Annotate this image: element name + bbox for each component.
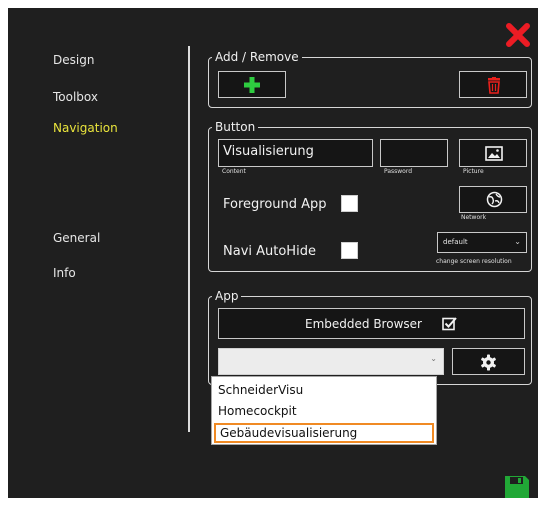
resolution-select[interactable]: default ⌄ — [437, 232, 527, 253]
resolution-caption: change screen resolution — [436, 258, 512, 265]
picture-caption: Picture — [463, 168, 484, 175]
password-field[interactable] — [380, 139, 448, 167]
dropdown-option-gebaeudevisualisierung[interactable]: Gebäudevisualisierung — [214, 423, 434, 443]
delete-button[interactable] — [459, 71, 527, 98]
sidebar-divider — [188, 46, 190, 432]
sidebar-item-info[interactable]: Info — [53, 266, 76, 280]
image-icon — [485, 146, 503, 161]
dropdown-option-schneidervisu[interactable]: SchneiderVisu — [214, 380, 434, 400]
save-icon[interactable] — [504, 475, 530, 499]
add-button[interactable] — [218, 71, 286, 98]
navi-autohide-checkbox[interactable] — [341, 242, 358, 259]
sidebar-item-toolbox[interactable]: Toolbox — [53, 90, 98, 104]
app-settings-button[interactable] — [452, 348, 525, 375]
plus-icon — [244, 77, 260, 93]
content-field[interactable]: Visualisierung — [218, 139, 373, 167]
embedded-browser-toggle[interactable]: Embedded Browser — [218, 308, 525, 339]
content-caption: Content — [222, 168, 246, 175]
network-button[interactable] — [459, 186, 527, 213]
close-icon[interactable] — [505, 22, 531, 48]
chevron-down-icon: ⌄ — [514, 237, 521, 246]
foreground-app-checkbox[interactable] — [341, 195, 358, 212]
checkbox-checked-icon — [442, 317, 457, 331]
app-legend: App — [215, 289, 239, 303]
sidebar-item-general[interactable]: General — [53, 231, 100, 245]
app-select[interactable]: ⌄ — [218, 348, 444, 375]
resolution-select-value: default — [443, 238, 468, 246]
trash-icon — [488, 77, 500, 94]
network-caption: Network — [461, 214, 487, 221]
gear-icon — [481, 354, 496, 371]
chevron-down-icon: ⌄ — [430, 354, 437, 363]
button-legend: Button — [215, 120, 256, 134]
picture-button[interactable] — [459, 139, 527, 167]
add-remove-legend: Add / Remove — [215, 50, 299, 64]
embedded-browser-label: Embedded Browser — [305, 317, 422, 331]
navi-autohide-label: Navi AutoHide — [223, 244, 316, 259]
app-dropdown-list: SchneiderVisu Homecockpit Gebäudevisuali… — [211, 376, 437, 445]
content-field-value: Visualisierung — [223, 144, 314, 159]
sidebar-item-navigation[interactable]: Navigation — [53, 121, 118, 135]
network-globe-icon — [486, 191, 503, 208]
dropdown-option-homecockpit[interactable]: Homecockpit — [214, 401, 434, 421]
foreground-app-label: Foreground App — [223, 197, 327, 212]
sidebar-item-design[interactable]: Design — [53, 53, 94, 67]
password-caption: Password — [384, 168, 413, 175]
